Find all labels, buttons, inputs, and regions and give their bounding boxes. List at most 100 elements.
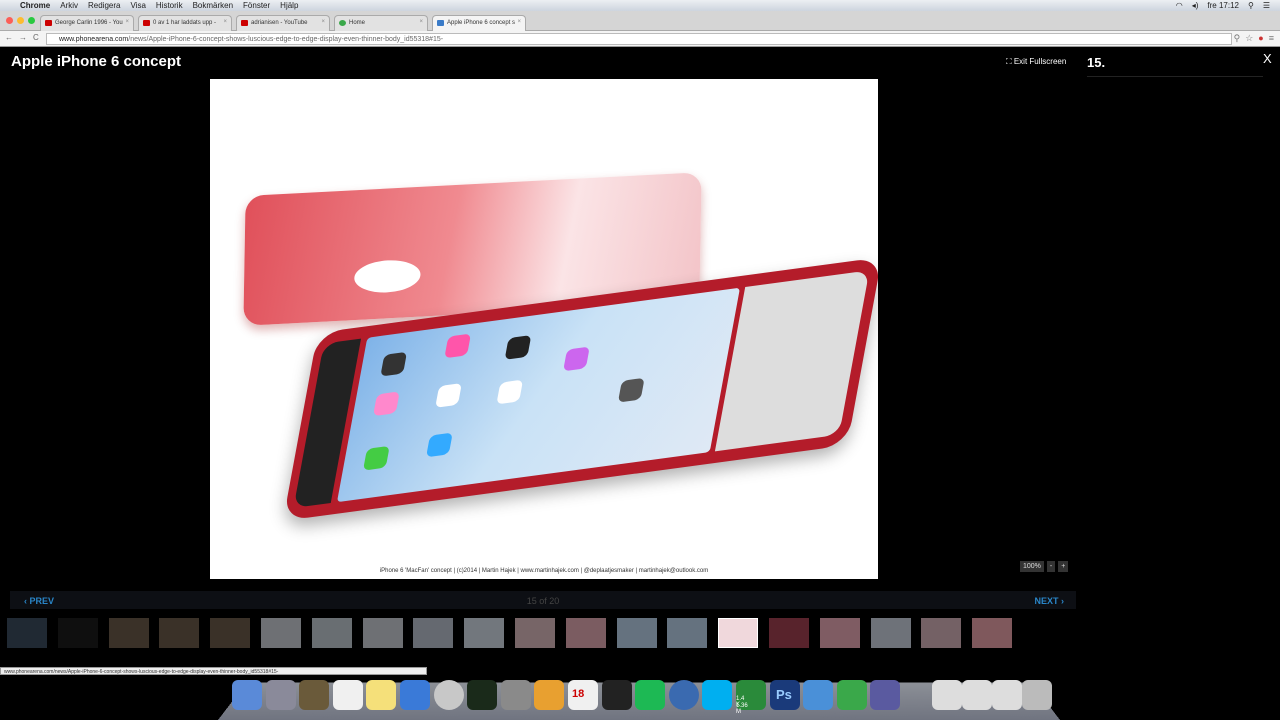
tab-close-icon[interactable]: × xyxy=(223,19,227,25)
thumbnail-15[interactable] xyxy=(718,618,759,648)
exit-fullscreen-button[interactable]: ⛶ Exit Fullscreen xyxy=(1006,57,1066,67)
thumbnail-9[interactable] xyxy=(413,618,454,648)
dock-app-icon[interactable] xyxy=(265,680,296,710)
zoom-level: 100% xyxy=(1020,561,1044,572)
tab-close-icon[interactable]: × xyxy=(125,19,129,25)
zoom-in-button[interactable]: + xyxy=(1058,561,1069,572)
trash-icon[interactable] xyxy=(1022,680,1052,710)
tab-label: adrianisen - YouTube xyxy=(251,20,308,26)
forward-icon[interactable]: → xyxy=(19,33,33,42)
toolbar: ←→C www.phonearena.com/news/Apple-iPhone… xyxy=(0,31,1280,47)
zoom-out-button[interactable]: - xyxy=(1046,561,1056,572)
minimize-window-button[interactable] xyxy=(17,17,24,24)
menu-redigera[interactable]: Redigera xyxy=(88,1,120,10)
dock-app-icon[interactable] xyxy=(803,680,834,710)
dock-stack-icon[interactable] xyxy=(992,680,1022,710)
gallery-image[interactable]: iPhone 6 'MacFan' concept | (c)2014 | Ma… xyxy=(210,79,878,579)
tab-close-icon[interactable]: × xyxy=(517,19,521,25)
dock-app-icon[interactable] xyxy=(702,680,733,710)
chrome-menu-icon[interactable]: ≡ xyxy=(1269,33,1274,44)
url-path: /news/Apple-iPhone-6-concept-shows-lusci… xyxy=(128,36,444,43)
thumbnail-16[interactable] xyxy=(769,618,809,648)
menu-arkiv[interactable]: Arkiv xyxy=(60,1,78,10)
dock-stack-icon[interactable] xyxy=(932,680,962,710)
youtube-favicon-icon xyxy=(143,20,150,26)
thumbnail-7[interactable] xyxy=(311,618,352,648)
wifi-icon[interactable]: ◠ xyxy=(1176,1,1183,10)
dock-app-icon[interactable] xyxy=(635,680,666,710)
close-gallery-button[interactable]: X xyxy=(1263,51,1272,66)
menu-historik[interactable]: Historik xyxy=(156,1,183,10)
photoshop-label: Ps xyxy=(776,687,792,702)
thumbnail-5[interactable] xyxy=(210,618,251,648)
dock-app-icon[interactable] xyxy=(870,680,901,710)
thumbnail-14[interactable] xyxy=(667,618,708,648)
thumbnail-18[interactable] xyxy=(870,618,911,648)
thumbnail-11[interactable] xyxy=(515,618,555,648)
address-bar[interactable]: www.phonearena.com/news/Apple-iPhone-6-c… xyxy=(46,33,1232,45)
extension-icon[interactable]: ● xyxy=(1258,33,1263,44)
notification-icon[interactable]: ☰ xyxy=(1263,1,1270,10)
dock-app-icon[interactable] xyxy=(433,680,464,710)
thumbnail-4[interactable] xyxy=(159,618,200,648)
zoom-icon[interactable]: ⚲ xyxy=(1234,33,1241,44)
thumbnail-1[interactable] xyxy=(7,618,47,648)
fullscreen-icon: ⛶ xyxy=(1006,57,1014,66)
phonearena-favicon-icon xyxy=(437,20,444,26)
tab-label: 0 av 1 har laddats upp - xyxy=(153,20,217,26)
dock-app-icon[interactable] xyxy=(467,680,498,710)
youtube-favicon-icon xyxy=(241,20,248,26)
dock-app-icon[interactable] xyxy=(299,680,330,710)
dock-app-icon[interactable] xyxy=(232,680,262,710)
dock-app-icon[interactable] xyxy=(534,680,565,710)
dock-app-icon[interactable] xyxy=(400,680,430,710)
menu-bokmarken[interactable]: Bokmärken xyxy=(193,1,233,10)
tab-upload[interactable]: 0 av 1 har laddats upp - × xyxy=(138,15,232,31)
thumbnail-8[interactable] xyxy=(362,618,403,648)
back-icon[interactable]: ← xyxy=(5,33,19,42)
thumbnail-13[interactable] xyxy=(616,618,657,648)
thumbnail-6[interactable] xyxy=(261,618,301,648)
thumbnail-12[interactable] xyxy=(565,618,606,648)
dock-app-icon[interactable] xyxy=(332,680,363,710)
tab-adrianisen[interactable]: adrianisen - YouTube × xyxy=(236,15,330,31)
tab-george-carlin[interactable]: George Carlin 1996 - You × xyxy=(40,15,134,31)
dock-app-icon[interactable] xyxy=(836,680,867,710)
dock-app-icon[interactable] xyxy=(668,680,699,710)
clock[interactable]: fre 17:12 xyxy=(1207,1,1239,10)
exit-fullscreen-label: Exit Fullscreen xyxy=(1013,57,1067,66)
bookmark-star-icon[interactable]: ☆ xyxy=(1245,33,1253,44)
dock-stack-icon[interactable] xyxy=(962,680,992,710)
menu-fonster[interactable]: Fönster xyxy=(243,1,270,10)
menu-hjalp[interactable]: Hjälp xyxy=(280,1,298,10)
zoom-window-button[interactable] xyxy=(28,17,35,24)
thumbnail-10[interactable] xyxy=(464,618,505,648)
next-button[interactable]: NEXT › xyxy=(1034,596,1064,606)
spotlight-icon[interactable]: ⚲ xyxy=(1248,1,1254,10)
tab-close-icon[interactable]: × xyxy=(321,19,325,25)
dock-app-icon[interactable] xyxy=(500,680,531,710)
tab-label: George Carlin 1996 - You xyxy=(55,20,123,26)
net-download: 1.36 M xyxy=(736,703,748,715)
close-window-button[interactable] xyxy=(6,17,13,24)
dock-app-icon[interactable] xyxy=(601,680,632,710)
divider xyxy=(1087,76,1263,77)
tab-home[interactable]: Home × xyxy=(334,15,428,31)
thumbnail-20[interactable] xyxy=(972,618,1013,648)
gallery-title: Apple iPhone 6 concept xyxy=(11,53,182,70)
menu-app-name[interactable]: Chrome xyxy=(20,1,50,10)
window-controls xyxy=(6,17,35,24)
reload-icon[interactable]: C xyxy=(33,33,45,42)
image-caption: iPhone 6 'MacFan' concept | (c)2014 | Ma… xyxy=(379,568,709,574)
tab-close-icon[interactable]: × xyxy=(419,19,423,25)
thumbnail-19[interactable] xyxy=(921,618,962,648)
thumbnail-2[interactable] xyxy=(57,618,98,648)
thumbnail-17[interactable] xyxy=(819,618,860,648)
tab-apple-iphone-6[interactable]: Apple iPhone 6 concept s × xyxy=(432,15,526,31)
volume-icon[interactable]: ◂) xyxy=(1192,1,1199,10)
thumbnail-3[interactable] xyxy=(108,618,149,648)
image-counter: 15 of 20 xyxy=(526,596,560,606)
menu-visa[interactable]: Visa xyxy=(130,1,145,10)
dock-app-icon[interactable] xyxy=(366,680,397,710)
gallery-nav: ‹ PREV 15 of 20 NEXT › xyxy=(10,591,1076,609)
